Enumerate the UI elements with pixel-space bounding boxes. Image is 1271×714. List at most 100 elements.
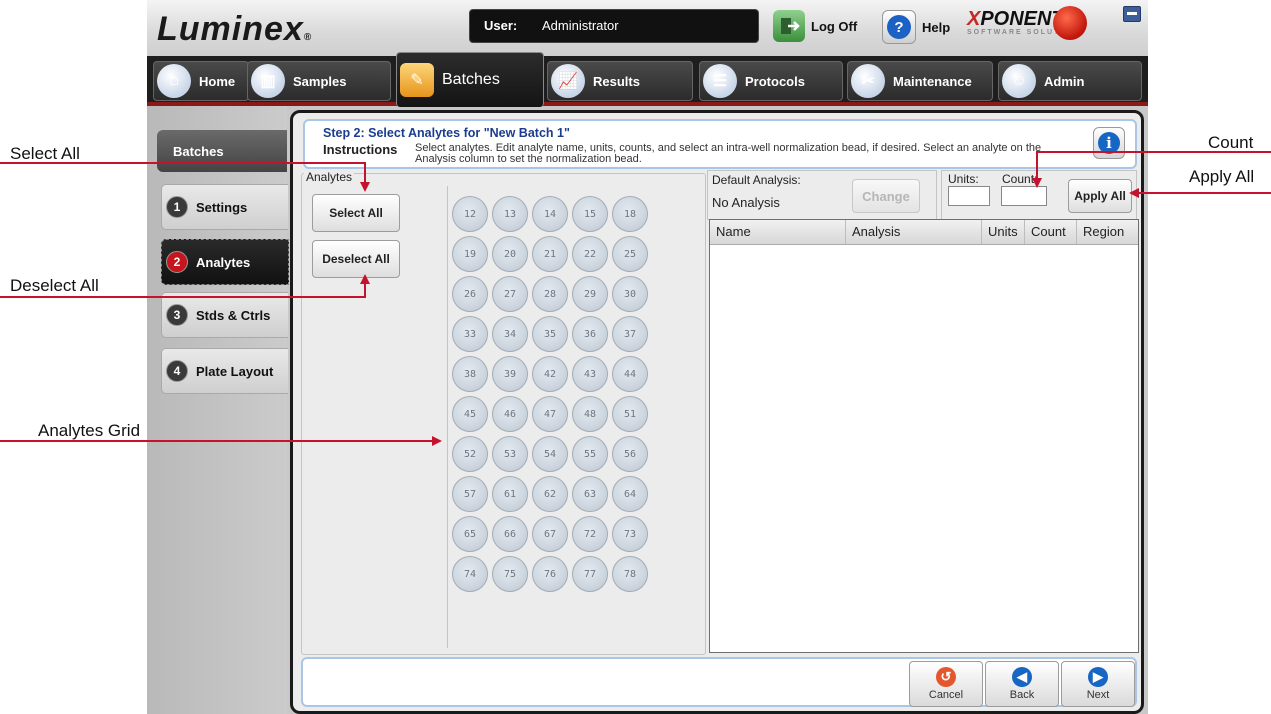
apply-all-button[interactable]: Apply All — [1068, 179, 1132, 213]
user-value: Administrator — [542, 18, 619, 33]
tab-results[interactable]: 📈 Results — [547, 61, 693, 101]
units-input[interactable] — [948, 186, 990, 206]
analyte-well[interactable]: 73 — [612, 516, 648, 552]
units-count-box: Units: Count: Apply All — [941, 170, 1137, 220]
analyte-well[interactable]: 15 — [572, 196, 608, 232]
analyte-well[interactable]: 14 — [532, 196, 568, 232]
tab-protocols[interactable]: ☰ Protocols — [699, 61, 843, 101]
column-units[interactable]: Units — [982, 220, 1025, 244]
results-icon: 📈 — [551, 64, 585, 98]
analyte-well[interactable]: 67 — [532, 516, 568, 552]
analyte-well[interactable]: 44 — [612, 356, 648, 392]
tab-admin[interactable]: ☺ Admin — [998, 61, 1142, 101]
analyte-well[interactable]: 65 — [452, 516, 488, 552]
analytes-table: Name Analysis Units Count Region — [709, 219, 1139, 653]
step-number: 3 — [166, 304, 188, 326]
analyte-well[interactable]: 21 — [532, 236, 568, 272]
help-button[interactable]: ? Help — [882, 10, 950, 44]
analyte-well[interactable]: 75 — [492, 556, 528, 592]
analyte-well[interactable]: 54 — [532, 436, 568, 472]
analyte-well[interactable]: 25 — [612, 236, 648, 272]
analyte-well[interactable]: 34 — [492, 316, 528, 352]
analyte-well[interactable]: 38 — [452, 356, 488, 392]
analyte-well[interactable]: 13 — [492, 196, 528, 232]
analyte-well[interactable]: 43 — [572, 356, 608, 392]
analyte-well[interactable]: 72 — [572, 516, 608, 552]
analyte-well[interactable]: 26 — [452, 276, 488, 312]
tab-label: Batches — [442, 71, 500, 88]
analyte-well[interactable]: 74 — [452, 556, 488, 592]
analyte-well[interactable]: 35 — [532, 316, 568, 352]
analyte-well[interactable]: 52 — [452, 436, 488, 472]
default-analysis-value: No Analysis — [712, 195, 780, 210]
analytes-divider — [447, 186, 448, 648]
analyte-well[interactable]: 64 — [612, 476, 648, 512]
analyte-well[interactable]: 37 — [612, 316, 648, 352]
info-button[interactable]: i — [1093, 127, 1125, 159]
analyte-well[interactable]: 19 — [452, 236, 488, 272]
sidebar-item-settings[interactable]: 1 Settings — [161, 184, 288, 230]
default-analysis-box: Default Analysis: No Analysis Change — [707, 170, 937, 220]
analyte-well[interactable]: 78 — [612, 556, 648, 592]
deselect-all-button[interactable]: Deselect All — [312, 240, 400, 278]
units-label: Units: — [948, 172, 979, 186]
analyte-well[interactable]: 45 — [452, 396, 488, 432]
analyte-well[interactable]: 46 — [492, 396, 528, 432]
analyte-well[interactable]: 29 — [572, 276, 608, 312]
analyte-well[interactable]: 51 — [612, 396, 648, 432]
callout-count: Count — [1208, 133, 1254, 152]
analyte-well[interactable]: 55 — [572, 436, 608, 472]
cancel-button[interactable]: ↺ Cancel — [909, 661, 983, 707]
analyte-well[interactable]: 76 — [532, 556, 568, 592]
analyte-well[interactable]: 66 — [492, 516, 528, 552]
change-button[interactable]: Change — [852, 179, 920, 213]
tab-home[interactable]: ⌂ Home — [153, 61, 249, 101]
analyte-well[interactable]: 28 — [532, 276, 568, 312]
analyte-well[interactable]: 22 — [572, 236, 608, 272]
sidebar-item-stds-ctrls[interactable]: 3 Stds & Ctrls — [161, 292, 288, 338]
sidebar-item-plate-layout[interactable]: 4 Plate Layout — [161, 348, 288, 394]
tab-label: Maintenance — [893, 73, 972, 89]
column-region[interactable]: Region — [1077, 220, 1138, 244]
tab-maintenance[interactable]: ✂ Maintenance — [847, 61, 993, 101]
sidebar-item-analytes[interactable]: 2 Analytes — [161, 239, 289, 285]
analyte-well[interactable]: 57 — [452, 476, 488, 512]
tab-batches[interactable]: ✎ Batches — [396, 52, 544, 107]
analyte-well[interactable]: 27 — [492, 276, 528, 312]
tab-samples[interactable]: ▥ Samples — [247, 61, 391, 101]
column-name[interactable]: Name — [710, 220, 846, 244]
tab-label: Results — [593, 73, 640, 89]
protocols-icon: ☰ — [703, 64, 737, 98]
back-arrow-icon: ◀ — [1012, 667, 1032, 687]
analyte-well[interactable]: 63 — [572, 476, 608, 512]
analyte-well[interactable]: 12 — [452, 196, 488, 232]
analyte-well[interactable]: 18 — [612, 196, 648, 232]
callout-select-all: Select All — [10, 144, 80, 163]
top-bar: Luminex® User: Administrator Log Off ? H… — [147, 0, 1148, 56]
analyte-well[interactable]: 77 — [572, 556, 608, 592]
back-button[interactable]: ◀ Back — [985, 661, 1059, 707]
log-off-button[interactable]: Log Off — [773, 10, 857, 42]
select-all-button[interactable]: Select All — [312, 194, 400, 232]
next-button[interactable]: ▶ Next — [1061, 661, 1135, 707]
main-panel: Step 2: Select Analytes for "New Batch 1… — [290, 110, 1144, 714]
count-input[interactable] — [1001, 186, 1047, 206]
analyte-well[interactable]: 56 — [612, 436, 648, 472]
minimize-button[interactable] — [1123, 6, 1141, 22]
column-count[interactable]: Count — [1025, 220, 1077, 244]
analyte-well[interactable]: 48 — [572, 396, 608, 432]
analyte-well[interactable]: 36 — [572, 316, 608, 352]
column-analysis[interactable]: Analysis — [846, 220, 982, 244]
analyte-well[interactable]: 20 — [492, 236, 528, 272]
analytes-legend: Analytes — [304, 170, 355, 184]
analyte-well[interactable]: 33 — [452, 316, 488, 352]
analyte-well[interactable]: 30 — [612, 276, 648, 312]
analyte-well[interactable]: 39 — [492, 356, 528, 392]
analyte-well[interactable]: 42 — [532, 356, 568, 392]
luminex-logo: Luminex® — [157, 10, 313, 48]
analyte-well[interactable]: 53 — [492, 436, 528, 472]
analyte-well[interactable]: 47 — [532, 396, 568, 432]
analyte-well[interactable]: 62 — [532, 476, 568, 512]
admin-icon: ☺ — [1002, 64, 1036, 98]
analyte-well[interactable]: 61 — [492, 476, 528, 512]
